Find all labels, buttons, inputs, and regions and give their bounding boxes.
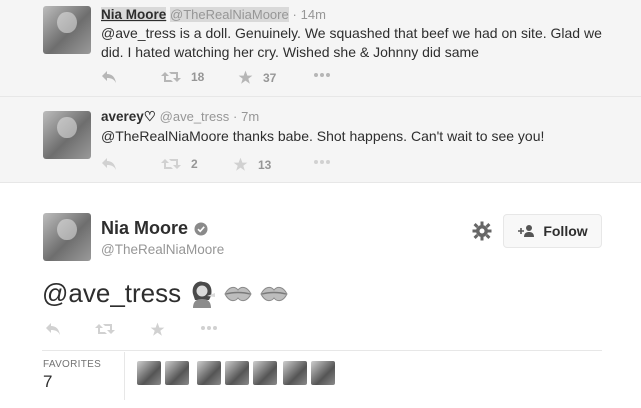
tweet-actions: 18 37 [101, 70, 341, 88]
follow-label: Follow [543, 223, 588, 239]
more-icon [314, 73, 330, 77]
favorite-icon [233, 157, 248, 171]
tweet-text: @TheRealNiaMoore thanks babe. Shot happe… [101, 128, 545, 144]
more-button[interactable] [200, 325, 218, 331]
reply-icon [102, 158, 116, 170]
more-button[interactable] [313, 72, 331, 78]
separator-dot: · [292, 7, 297, 22]
reply-button[interactable] [45, 322, 61, 336]
author-handle[interactable]: @TheRealNiaMoore [170, 7, 289, 22]
timestamp[interactable]: 14m [301, 7, 326, 22]
woman-emoji-icon [192, 281, 216, 308]
main-author-handle[interactable]: @TheRealNiaMoore [101, 242, 224, 257]
main-tweet-actions [45, 322, 285, 340]
timestamp[interactable]: 7m [241, 109, 259, 124]
more-icon [201, 326, 217, 330]
reply-button[interactable] [101, 70, 117, 84]
user-actions-button[interactable] [472, 221, 492, 246]
tweet-text: @ave_tress is a doll. Genuinely. We squa… [101, 25, 602, 60]
verified-icon [194, 222, 208, 235]
favorite-count: 13 [258, 157, 272, 172]
favorite-button[interactable]: 13 [233, 157, 271, 172]
favorite-count: 37 [263, 70, 277, 85]
favoriter-avatar[interactable] [283, 361, 307, 385]
favorite-icon [238, 70, 253, 84]
author-name[interactable]: Nia Moore [101, 7, 167, 22]
retweet-button[interactable] [95, 322, 115, 336]
favoriter-avatar[interactable] [137, 361, 161, 385]
retweet-button[interactable]: 2 [161, 157, 198, 171]
separator-dot: · [233, 109, 238, 124]
main-tweet-avatar[interactable] [43, 213, 91, 261]
favorites-label[interactable]: FAVORITES [43, 359, 101, 370]
favorite-button[interactable] [150, 322, 165, 337]
tweet-actions: 2 13 [101, 157, 341, 175]
more-icon [314, 160, 330, 164]
retweet-button[interactable]: 18 [161, 70, 204, 84]
favoriter-avatar[interactable] [225, 361, 249, 385]
divider [42, 350, 602, 351]
main-author-name[interactable]: Nia Moore [101, 218, 208, 239]
retweet-count: 2 [191, 157, 198, 171]
retweet-icon [161, 159, 181, 169]
favoriter-avatar[interactable] [311, 361, 335, 385]
reply-button[interactable] [101, 157, 117, 171]
avatar[interactable] [43, 6, 91, 54]
kiss-icon [260, 286, 288, 301]
reply-icon [46, 323, 60, 335]
reply-icon [102, 71, 116, 83]
retweet-count: 18 [191, 70, 205, 84]
follow-person-icon [518, 225, 535, 237]
favorite-button[interactable]: 37 [238, 70, 276, 85]
main-tweet-text: @ave_tress [42, 278, 289, 309]
follow-button[interactable]: Follow [503, 214, 602, 248]
retweet-icon [95, 324, 115, 334]
favoriter-avatar[interactable] [197, 361, 221, 385]
favorites-count[interactable]: 7 [43, 372, 52, 392]
kiss-icon [224, 286, 252, 301]
more-button[interactable] [313, 159, 331, 165]
favorite-icon [150, 322, 165, 336]
author-handle[interactable]: @ave_tress [160, 109, 230, 124]
reply-tweet-2: averey♡ @ave_tress · 7m @TheRealNiaMoore… [0, 97, 641, 183]
retweet-icon [161, 72, 181, 82]
favoriter-avatar[interactable] [165, 361, 189, 385]
reply-tweet-1: Nia Moore @TheRealNiaMoore · 14m @ave_tr… [0, 0, 641, 97]
avatar[interactable] [43, 111, 91, 159]
author-name[interactable]: averey♡ [101, 109, 156, 124]
stats-separator [124, 352, 125, 400]
favoriter-avatar[interactable] [253, 361, 277, 385]
gear-icon [472, 221, 492, 241]
